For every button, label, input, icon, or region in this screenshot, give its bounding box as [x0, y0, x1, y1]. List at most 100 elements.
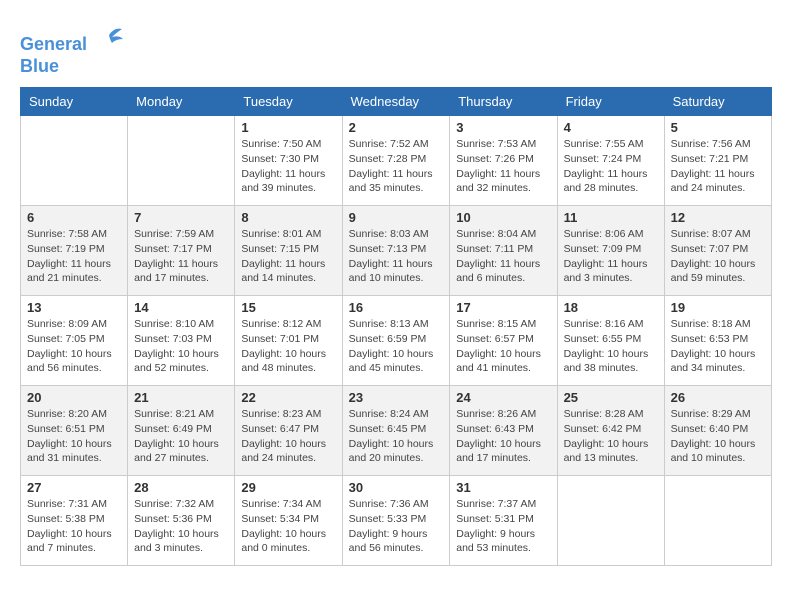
calendar-cell: 3 Sunrise: 7:53 AM Sunset: 7:26 PM Daylig…: [450, 116, 557, 206]
day-number: 22: [241, 390, 335, 405]
day-number: 3: [456, 120, 550, 135]
day-number: 8: [241, 210, 335, 225]
day-info: Sunrise: 7:31 AM Sunset: 5:38 PM Dayligh…: [27, 497, 121, 556]
day-info: Sunrise: 8:16 AM Sunset: 6:55 PM Dayligh…: [564, 317, 658, 376]
day-number: 13: [27, 300, 121, 315]
calendar-cell: 12 Sunrise: 8:07 AM Sunset: 7:07 PM Dayli…: [664, 206, 771, 296]
day-info: Sunrise: 8:09 AM Sunset: 7:05 PM Dayligh…: [27, 317, 121, 376]
day-number: 23: [349, 390, 444, 405]
calendar-cell: 18 Sunrise: 8:16 AM Sunset: 6:55 PM Dayli…: [557, 296, 664, 386]
calendar-cell: 10 Sunrise: 8:04 AM Sunset: 7:11 PM Dayli…: [450, 206, 557, 296]
day-number: 29: [241, 480, 335, 495]
logo-text: General: [20, 20, 124, 56]
day-info: Sunrise: 7:36 AM Sunset: 5:33 PM Dayligh…: [349, 497, 444, 556]
calendar-table: SundayMondayTuesdayWednesdayThursdayFrid…: [20, 87, 772, 566]
day-number: 18: [564, 300, 658, 315]
day-number: 5: [671, 120, 765, 135]
day-info: Sunrise: 8:21 AM Sunset: 6:49 PM Dayligh…: [134, 407, 228, 466]
day-info: Sunrise: 8:13 AM Sunset: 6:59 PM Dayligh…: [349, 317, 444, 376]
calendar-cell: 5 Sunrise: 7:56 AM Sunset: 7:21 PM Daylig…: [664, 116, 771, 206]
day-info: Sunrise: 8:20 AM Sunset: 6:51 PM Dayligh…: [27, 407, 121, 466]
calendar-cell: 15 Sunrise: 8:12 AM Sunset: 7:01 PM Dayli…: [235, 296, 342, 386]
calendar-cell: 9 Sunrise: 8:03 AM Sunset: 7:13 PM Daylig…: [342, 206, 450, 296]
day-number: 7: [134, 210, 228, 225]
day-info: Sunrise: 8:10 AM Sunset: 7:03 PM Dayligh…: [134, 317, 228, 376]
calendar-cell: 27 Sunrise: 7:31 AM Sunset: 5:38 PM Dayli…: [21, 476, 128, 566]
day-info: Sunrise: 8:06 AM Sunset: 7:09 PM Dayligh…: [564, 227, 658, 286]
day-info: Sunrise: 7:52 AM Sunset: 7:28 PM Dayligh…: [349, 137, 444, 196]
day-number: 9: [349, 210, 444, 225]
calendar-cell: [21, 116, 128, 206]
day-number: 12: [671, 210, 765, 225]
day-info: Sunrise: 8:12 AM Sunset: 7:01 PM Dayligh…: [241, 317, 335, 376]
calendar-cell: 4Sunrise: 7:55 AM Sunset: 7:24 PM Daylig…: [557, 116, 664, 206]
day-info: Sunrise: 7:59 AM Sunset: 7:17 PM Dayligh…: [134, 227, 228, 286]
calendar-cell: 13 Sunrise: 8:09 AM Sunset: 7:05 PM Dayli…: [21, 296, 128, 386]
day-info: Sunrise: 8:03 AM Sunset: 7:13 PM Dayligh…: [349, 227, 444, 286]
day-number: 20: [27, 390, 121, 405]
calendar-cell: 8 Sunrise: 8:01 AM Sunset: 7:15 PM Daylig…: [235, 206, 342, 296]
logo-bird-icon: [94, 20, 124, 50]
day-number: 15: [241, 300, 335, 315]
day-number: 31: [456, 480, 550, 495]
day-info: Sunrise: 8:01 AM Sunset: 7:15 PM Dayligh…: [241, 227, 335, 286]
calendar-cell: 19Sunrise: 8:18 AM Sunset: 6:53 PM Dayli…: [664, 296, 771, 386]
calendar-cell: 16 Sunrise: 8:13 AM Sunset: 6:59 PM Dayli…: [342, 296, 450, 386]
day-number: 2: [349, 120, 444, 135]
logo-general: General: [20, 34, 87, 54]
day-info: Sunrise: 8:26 AM Sunset: 6:43 PM Dayligh…: [456, 407, 550, 466]
day-number: 30: [349, 480, 444, 495]
calendar-cell: 11 Sunrise: 8:06 AM Sunset: 7:09 PM Dayli…: [557, 206, 664, 296]
calendar-cell: 24Sunrise: 8:26 AM Sunset: 6:43 PM Dayli…: [450, 386, 557, 476]
page-header: General Blue: [20, 20, 772, 77]
day-number: 6: [27, 210, 121, 225]
day-number: 26: [671, 390, 765, 405]
day-info: Sunrise: 7:32 AM Sunset: 5:36 PM Dayligh…: [134, 497, 228, 556]
calendar-cell: [557, 476, 664, 566]
calendar-header-sunday: Sunday: [21, 88, 128, 116]
day-info: Sunrise: 7:34 AM Sunset: 5:34 PM Dayligh…: [241, 497, 335, 556]
calendar-cell: 14 Sunrise: 8:10 AM Sunset: 7:03 PM Dayli…: [128, 296, 235, 386]
calendar-header-monday: Monday: [128, 88, 235, 116]
calendar-header-thursday: Thursday: [450, 88, 557, 116]
day-info: Sunrise: 8:24 AM Sunset: 6:45 PM Dayligh…: [349, 407, 444, 466]
calendar-cell: 28Sunrise: 7:32 AM Sunset: 5:36 PM Dayli…: [128, 476, 235, 566]
calendar-cell: 29 Sunrise: 7:34 AM Sunset: 5:34 PM Dayli…: [235, 476, 342, 566]
day-number: 25: [564, 390, 658, 405]
calendar-header-saturday: Saturday: [664, 88, 771, 116]
calendar-header-tuesday: Tuesday: [235, 88, 342, 116]
day-number: 1: [241, 120, 335, 135]
day-info: Sunrise: 8:04 AM Sunset: 7:11 PM Dayligh…: [456, 227, 550, 286]
day-number: 27: [27, 480, 121, 495]
day-info: Sunrise: 7:53 AM Sunset: 7:26 PM Dayligh…: [456, 137, 550, 196]
calendar-cell: 23 Sunrise: 8:24 AM Sunset: 6:45 PM Dayli…: [342, 386, 450, 476]
day-info: Sunrise: 7:37 AM Sunset: 5:31 PM Dayligh…: [456, 497, 550, 556]
day-info: Sunrise: 8:15 AM Sunset: 6:57 PM Dayligh…: [456, 317, 550, 376]
day-number: 16: [349, 300, 444, 315]
day-number: 21: [134, 390, 228, 405]
day-info: Sunrise: 8:23 AM Sunset: 6:47 PM Dayligh…: [241, 407, 335, 466]
day-info: Sunrise: 7:58 AM Sunset: 7:19 PM Dayligh…: [27, 227, 121, 286]
calendar-cell: [128, 116, 235, 206]
day-info: Sunrise: 8:07 AM Sunset: 7:07 PM Dayligh…: [671, 227, 765, 286]
calendar-cell: 6 Sunrise: 7:58 AM Sunset: 7:19 PM Daylig…: [21, 206, 128, 296]
day-number: 17: [456, 300, 550, 315]
calendar-cell: 31 Sunrise: 7:37 AM Sunset: 5:31 PM Dayli…: [450, 476, 557, 566]
calendar-cell: 21 Sunrise: 8:21 AM Sunset: 6:49 PM Dayli…: [128, 386, 235, 476]
day-info: Sunrise: 7:56 AM Sunset: 7:21 PM Dayligh…: [671, 137, 765, 196]
calendar-cell: 26 Sunrise: 8:29 AM Sunset: 6:40 PM Dayli…: [664, 386, 771, 476]
calendar-cell: 2 Sunrise: 7:52 AM Sunset: 7:28 PM Daylig…: [342, 116, 450, 206]
day-info: Sunrise: 7:55 AM Sunset: 7:24 PM Dayligh…: [564, 137, 658, 196]
logo: General Blue: [20, 20, 124, 77]
calendar-cell: 22 Sunrise: 8:23 AM Sunset: 6:47 PM Dayli…: [235, 386, 342, 476]
day-number: 19: [671, 300, 765, 315]
day-number: 14: [134, 300, 228, 315]
calendar-header-wednesday: Wednesday: [342, 88, 450, 116]
day-number: 10: [456, 210, 550, 225]
calendar-cell: 7 Sunrise: 7:59 AM Sunset: 7:17 PM Daylig…: [128, 206, 235, 296]
day-number: 11: [564, 210, 658, 225]
calendar-header-friday: Friday: [557, 88, 664, 116]
day-info: Sunrise: 8:29 AM Sunset: 6:40 PM Dayligh…: [671, 407, 765, 466]
calendar-cell: 20 Sunrise: 8:20 AM Sunset: 6:51 PM Dayli…: [21, 386, 128, 476]
logo-blue: Blue: [20, 56, 124, 78]
